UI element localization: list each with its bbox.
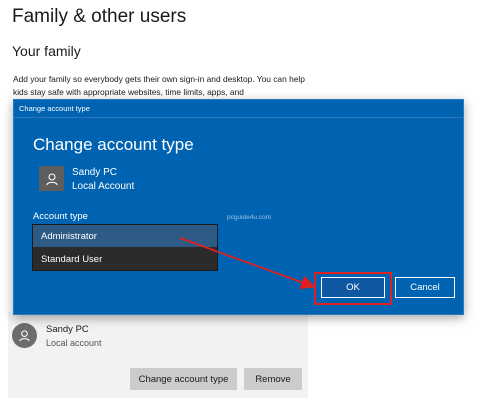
- change-account-type-dialog: Change account type Change account type …: [13, 99, 464, 315]
- dialog-heading: Change account type: [33, 135, 194, 154]
- dialog-user-type: Local Account: [72, 181, 135, 192]
- remove-button[interactable]: Remove: [244, 368, 302, 390]
- person-icon: [45, 172, 58, 185]
- avatar: [12, 323, 37, 348]
- option-standard-user[interactable]: Standard User: [33, 248, 217, 270]
- user-panel: Sandy PC Local account Change account ty…: [8, 312, 308, 398]
- account-type-dropdown[interactable]: Administrator Standard User: [32, 224, 218, 271]
- account-type-label: Account type: [33, 211, 88, 222]
- watermark: pcguide4u.com: [227, 214, 272, 221]
- change-account-type-button[interactable]: Change account type: [130, 368, 237, 390]
- ok-button[interactable]: OK: [321, 277, 385, 298]
- dialog-titlebar-text: Change account type: [19, 104, 90, 113]
- user-account-type: Local account: [46, 338, 102, 348]
- option-administrator[interactable]: Administrator: [33, 225, 217, 247]
- person-icon: [19, 330, 30, 342]
- section-title-your-family: Your family: [12, 43, 81, 59]
- page-title: Family & other users: [12, 6, 187, 27]
- dialog-user-name: Sandy PC: [72, 167, 118, 178]
- dialog-avatar: [39, 166, 64, 191]
- user-name: Sandy PC: [46, 324, 89, 335]
- family-description: Add your family so everybody gets their …: [13, 74, 305, 97]
- cancel-button[interactable]: Cancel: [395, 277, 455, 298]
- dialog-titlebar[interactable]: Change account type: [14, 100, 463, 118]
